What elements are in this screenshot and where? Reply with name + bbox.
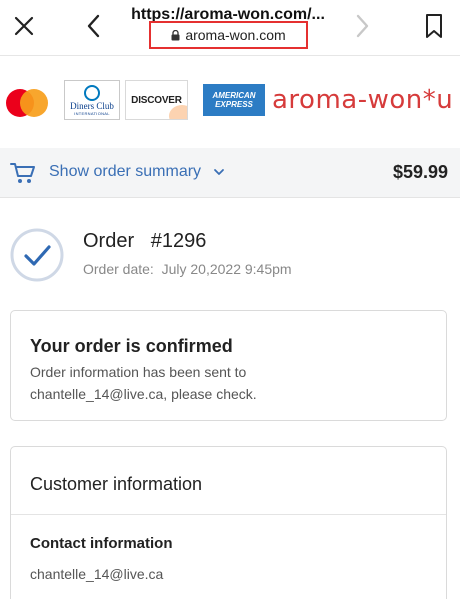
amex-line-2: EXPRESS [215,100,253,109]
bookmark-icon[interactable] [416,8,452,44]
order-date: Order date: July 20,2022 9:45pm [83,261,292,277]
diners-sub-label: INTERNATIONAL [74,110,110,116]
payment-logos-strip: Diners Club INTERNATIONAL DISCOVER AMERI… [0,57,460,147]
contact-email: chantelle_14@live.ca [30,566,164,582]
order-confirmation-card: Your order is confirmed Order informatio… [10,310,447,421]
browser-toolbar: https://aroma-won.com/... aroma-won.com [0,0,460,56]
confirmation-line-2: chantelle_14@live.ca, please check. [30,386,257,402]
amex-line-1: AMERICAN [212,91,256,100]
diners-club-logo: Diners Club INTERNATIONAL [64,80,120,120]
store-brand-text: aroma-won*u [272,85,454,115]
diners-label: Diners Club [70,100,114,111]
confirmation-heading: Your order is confirmed [30,336,233,356]
order-number-title: Order #1296 [83,230,207,252]
order-total: $59.99 [392,162,448,182]
confirmation-message: Order information has been sent to chant… [30,361,430,405]
confirmation-line-1: Order information has been sent to [30,364,247,380]
order-summary-bar[interactable]: Show order summary $59.99 [0,148,460,198]
divider [11,514,446,515]
american-express-logo: AMERICAN EXPRESS [203,84,265,116]
mastercard-logo [6,89,48,117]
address-bar[interactable]: aroma-won.com [149,21,308,49]
customer-info-heading: Customer information [30,474,203,494]
close-icon[interactable] [6,8,42,44]
checkmark-icon [10,228,64,282]
address-domain: aroma-won.com [185,27,286,43]
chevron-down-icon[interactable] [212,165,226,179]
back-icon[interactable] [76,8,112,44]
forward-icon[interactable] [344,8,380,44]
lock-icon [171,29,180,40]
show-order-summary-toggle[interactable]: Show order summary [49,163,201,181]
cart-icon[interactable] [10,161,36,185]
customer-information-card: Customer information Contact information… [10,446,447,599]
contact-info-label: Contact information [30,535,173,552]
discover-label: DISCOVER [131,94,182,106]
discover-logo: DISCOVER [125,80,188,120]
